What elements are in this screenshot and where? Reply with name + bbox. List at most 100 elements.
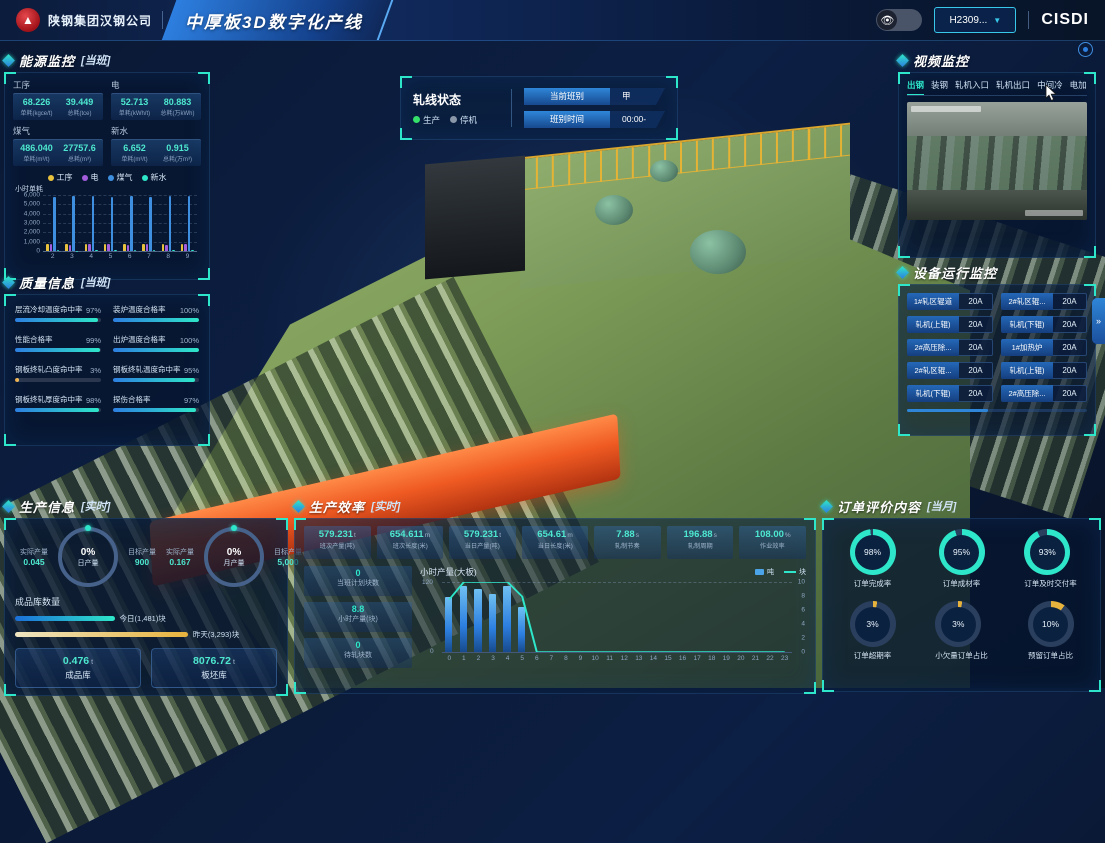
- scrollbar-thumb[interactable]: [907, 409, 988, 412]
- stat-label: 班次长度(米): [378, 540, 441, 550]
- donut-ring: 95%: [939, 529, 985, 575]
- x-tick-label: 9: [186, 253, 190, 260]
- x-tick-label: 15: [661, 655, 676, 662]
- bar: [57, 250, 60, 251]
- equipment-label: 轧机(下辊): [907, 385, 959, 402]
- camera-tab-轧机入口[interactable]: 轧机入口: [955, 79, 989, 91]
- line-status-panel: 轧线状态 生产停机 当前班别甲班别时间00:00-12:00: [400, 76, 678, 140]
- progress-track: [113, 408, 199, 412]
- shift-dropdown[interactable]: H2309... ▼: [934, 7, 1016, 33]
- y-tick-label: 4,000: [24, 210, 43, 217]
- bar: [65, 244, 68, 251]
- camera-tab-出钢[interactable]: 出钢: [907, 79, 924, 91]
- equipment-label: 轧机(上辊): [907, 316, 959, 333]
- x-tick-label: 4: [500, 655, 515, 662]
- video-overlay-camera-id: [1025, 210, 1083, 216]
- energy-metric: 39.449总耗(tce): [58, 97, 101, 117]
- energy-section: 工序68.226单耗(kgce/t)39.449总耗(tce): [13, 79, 103, 120]
- scrollbar[interactable]: [907, 409, 1087, 412]
- side-stat-label: 当班计划块数: [304, 578, 412, 588]
- corner-decoration: [898, 424, 910, 436]
- chevron-down-icon: ▼: [993, 16, 1001, 25]
- quality-item: 钢板终轧温度命中率95%: [113, 364, 199, 382]
- quality-label: 钢板终轧凸度命中率: [15, 364, 83, 375]
- order-donut: 3%小欠量订单占比: [935, 601, 988, 661]
- production-gauge: 实际产量0.1670%月产量目标产量5,000: [161, 527, 307, 587]
- status-field-label: 班别时间: [524, 111, 610, 128]
- progress-fill: [113, 318, 199, 322]
- inventory-bar-label: 今日(1,481)块: [120, 613, 166, 624]
- bar: [134, 250, 137, 251]
- storage-label: 板坯库: [201, 669, 227, 681]
- metric-label: 单耗(kWh/t): [115, 107, 155, 116]
- equipment-row: 轧机(下辊)20A: [907, 385, 993, 402]
- x-tick-label: 5: [109, 253, 113, 260]
- x-tick-label: 17: [690, 655, 705, 662]
- metric-label: 总耗(m³): [60, 153, 100, 162]
- y-right-tick: 2: [801, 635, 805, 642]
- quality-item-header: 探伤合格率 97%: [113, 394, 199, 405]
- metric-value: 6.652: [113, 143, 156, 153]
- donut-value: 3%: [941, 607, 976, 642]
- equipment-value: 20A: [1053, 385, 1087, 402]
- bar-groups: [43, 195, 197, 251]
- order-donut: 95%订单成材率: [939, 529, 985, 589]
- panel-title: 生产信息 [实时]: [4, 496, 288, 516]
- production-gauge: 实际产量0.0450%日产量目标产量900: [15, 527, 161, 587]
- panel-action-button[interactable]: [1078, 42, 1093, 57]
- corner-decoration: [294, 682, 306, 694]
- metric-label: 总耗(万kWh): [158, 107, 198, 116]
- x-tick-label: 5: [515, 655, 530, 662]
- x-tick-label: 18: [704, 655, 719, 662]
- storage-unit: t: [233, 659, 235, 666]
- efficiency-panel: 生产效率 [实时] 579.231t班次产量(吨)654.611m班次长度(米)…: [294, 496, 816, 694]
- camera-tab-装钢[interactable]: 装钢: [931, 79, 948, 91]
- header-actions: 👁 H2309... ▼ CISDI: [876, 7, 1089, 33]
- panel-collapse-tab[interactable]: »: [1092, 298, 1105, 344]
- progress-fill: [15, 318, 98, 322]
- energy-monitor-panel: 能源监控 [当班] 工序68.226单耗(kgce/t)39.449总耗(tce…: [4, 50, 210, 280]
- quality-item: 钢板终轧凸度命中率3%: [15, 364, 101, 382]
- x-tick-label: 4: [89, 253, 93, 260]
- bar: [188, 196, 191, 251]
- side-stat-label: 小时产量(块): [304, 614, 412, 624]
- equipment-value: 20A: [1053, 362, 1087, 379]
- stat-unit: m: [567, 532, 572, 539]
- quality-item: 出炉温度合格率100%: [113, 334, 199, 352]
- y-right-tick: 10: [798, 579, 805, 586]
- quality-label: 探伤合格率: [113, 394, 151, 405]
- x-tick-label: 20: [734, 655, 749, 662]
- video-feed[interactable]: [907, 102, 1087, 220]
- legend-dot-icon: [142, 175, 148, 181]
- camera-tab-轧机出口[interactable]: 轧机出口: [996, 79, 1030, 91]
- stat-value: 654.611m: [377, 529, 444, 540]
- equipment-value: 20A: [1053, 339, 1087, 356]
- hour-line-series: [442, 582, 792, 652]
- bar-group: [162, 195, 175, 251]
- teal-tank: [595, 195, 633, 225]
- visibility-toggle[interactable]: 👁: [876, 9, 922, 31]
- corner-decoration: [198, 294, 210, 306]
- progress-track: [113, 318, 199, 322]
- donut-value: 93%: [1030, 535, 1065, 570]
- equipment-value: 20A: [959, 316, 993, 333]
- legend-dot-icon: [82, 175, 88, 181]
- status-fields: 当前班别甲班别时间00:00-12:00: [524, 88, 665, 128]
- bar-group: [65, 195, 78, 251]
- corner-decoration: [4, 434, 16, 446]
- energy-chart-legend: 工序电煤气新水: [13, 172, 201, 183]
- gauge-target-value: 900: [123, 557, 161, 567]
- hourly-output-chart: 小时产量(大板) 吨块 12001086420 0123456789101112…: [420, 566, 806, 668]
- energy-section-box: 6.652单耗(m³/t)0.915总耗(万m³): [111, 139, 201, 166]
- metric-value: 68.226: [15, 97, 58, 107]
- gauge-actual-value: 0.045: [15, 557, 53, 567]
- camera-tab-电加热[interactable]: 电加热: [1070, 79, 1087, 91]
- efficiency-stat-card: 196.88s轧制周期: [667, 526, 734, 559]
- energy-metric: 52.713单耗(kWh/t): [113, 97, 156, 117]
- status-title: 轧线状态: [413, 91, 499, 108]
- corner-decoration: [276, 518, 288, 530]
- energy-chart-xlabels: 23456789: [43, 253, 197, 260]
- energy-metric: 27757.6总耗(m³): [58, 143, 101, 163]
- production-info-panel: 生产信息 [实时] 实际产量0.0450%日产量目标产量900实际产量0.167…: [4, 496, 288, 696]
- quality-value: 97%: [184, 396, 199, 405]
